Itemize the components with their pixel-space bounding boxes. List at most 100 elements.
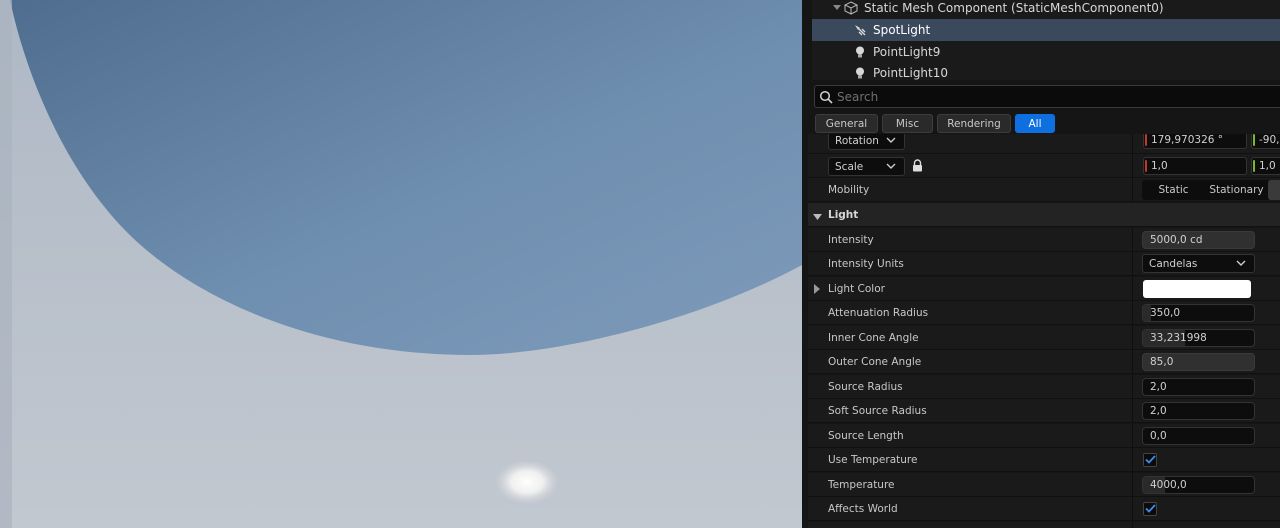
collapse-arrow-icon[interactable] [813,211,822,224]
tree-item-label: PointLight10 [873,66,949,80]
tab-misc[interactable]: Misc [882,114,933,133]
search-input[interactable] [833,89,1273,104]
checkmark-icon [1144,503,1156,516]
intensity-units-label: Intensity Units [828,257,904,270]
rotation-y-value: -90,0 [1259,134,1280,146]
outer-cone-angle-value: 85,0 [1150,356,1174,368]
rotation-x-value: 179,970326 ° [1151,134,1224,146]
soft-source-radius-value: 2,0 [1150,405,1167,417]
tree-item-static-mesh-component[interactable]: Static Mesh Component (StaticMeshCompone… [812,0,1280,19]
intensity-label: Intensity [828,233,874,246]
filter-tabs: General Misc Rendering All [815,114,1055,134]
property-mobility: Mobility Static Stationary [808,178,1280,202]
mobility-label: Mobility [828,183,870,196]
scale-mode-dropdown[interactable]: Scale [828,157,905,176]
property-source-radius: Source Radius 2,0 [808,375,1280,399]
outer-cone-angle-field[interactable]: 85,0 [1142,353,1255,371]
attenuation-radius-field[interactable]: 350,0 [1142,304,1255,322]
axis-x-marker [1145,160,1147,172]
source-radius-field[interactable]: 2,0 [1142,378,1255,396]
intensity-value: 5000,0 cd [1150,234,1203,246]
pointlight-icon [853,66,867,80]
property-use-temperature: Use Temperature [808,448,1280,472]
affects-world-checkbox[interactable] [1143,502,1157,516]
axis-x-marker [1145,134,1147,146]
temperature-value: 4000,0 [1150,479,1187,491]
outer-cone-angle-label: Outer Cone Angle [828,355,922,368]
axis-y-marker [1253,134,1255,146]
component-tree: Static Mesh Component (StaticMeshCompone… [812,0,1280,80]
tab-all[interactable]: All [1015,114,1055,133]
rotation-x-field[interactable]: 179,970326 ° [1143,134,1247,149]
property-rotation: Rotation 179,970326 ° -90,0 [808,134,1280,154]
details-panel: Static Mesh Component (StaticMeshCompone… [808,0,1280,528]
expand-arrow-icon[interactable] [814,284,821,297]
property-affects-world: Affects World [808,497,1280,521]
tab-rendering[interactable]: Rendering [937,114,1011,133]
scale-y-value: 1,0 [1259,160,1276,172]
pointlight-icon [853,45,867,59]
property-attenuation-radius: Attenuation Radius 350,0 [808,301,1280,325]
source-radius-value: 2,0 [1150,381,1167,393]
scale-y-field[interactable]: 1,0 [1251,157,1280,175]
property-intensity: Intensity 5000,0 cd [808,228,1280,252]
tree-item-label: SpotLight [873,23,931,37]
mobility-stationary-button[interactable]: Stationary [1205,180,1268,200]
temperature-field[interactable]: 4000,0 [1142,476,1255,494]
scale-x-field[interactable]: 1,0 [1143,157,1247,175]
light-color-swatch[interactable] [1143,280,1251,298]
level-viewport[interactable] [0,0,802,528]
property-intensity-units: Intensity Units Candelas [808,252,1280,276]
light-color-label: Light Color [828,282,885,295]
inner-cone-angle-label: Inner Cone Angle [828,331,919,344]
property-next [808,522,1280,528]
source-length-label: Source Length [828,429,904,442]
source-length-field[interactable]: 0,0 [1142,427,1255,445]
property-outer-cone-angle: Outer Cone Angle 85,0 [808,350,1280,374]
intensity-field[interactable]: 5000,0 cd [1142,231,1255,249]
rotation-label: Rotation [835,134,879,147]
checkmark-icon [1144,454,1156,467]
viewport-scene [0,0,802,528]
scale-label: Scale [835,160,864,173]
tree-item-spotlight[interactable]: SpotLight [812,19,1280,41]
lock-icon[interactable] [912,159,923,175]
inner-cone-angle-value: 33,231998 [1150,332,1207,344]
property-light-color: Light Color [808,277,1280,301]
rotation-y-field[interactable]: -90,0 [1251,134,1280,149]
tree-item-label: PointLight9 [873,45,941,59]
soft-source-radius-field[interactable]: 2,0 [1142,402,1255,420]
static-mesh-icon [844,1,858,15]
soft-source-radius-label: Soft Source Radius [828,404,927,417]
expand-arrow-icon[interactable] [832,1,842,15]
mobility-static-button[interactable]: Static [1142,180,1205,200]
category-light[interactable]: Light [808,203,1280,227]
category-light-label: Light [828,208,859,221]
property-temperature: Temperature 4000,0 [808,473,1280,497]
tab-general[interactable]: General [815,114,878,133]
temperature-label: Temperature [828,478,895,491]
chevron-down-icon [886,135,896,147]
property-scale: Scale 1,0 1,0 [808,154,1280,178]
property-inner-cone-angle: Inner Cone Angle 33,231998 [808,326,1280,350]
use-temperature-checkbox[interactable] [1143,453,1157,467]
chevron-down-icon [1236,258,1246,270]
source-radius-label: Source Radius [828,380,903,393]
chevron-down-icon [886,161,896,173]
intensity-units-value: Candelas [1149,257,1198,270]
tree-item-pointlight9[interactable]: PointLight9 [812,41,1280,63]
spotlight-icon [853,23,867,37]
affects-world-label: Affects World [828,502,898,515]
search-icon [819,90,833,104]
scale-x-value: 1,0 [1151,160,1168,172]
rotation-mode-dropdown[interactable]: Rotation [828,134,905,150]
tree-item-pointlight10[interactable]: PointLight10 [812,62,1280,80]
mobility-movable-button[interactable] [1268,180,1280,200]
inner-cone-angle-field[interactable]: 33,231998 [1142,329,1255,347]
axis-y-marker [1253,160,1255,172]
property-source-length: Source Length 0,0 [808,424,1280,448]
intensity-units-dropdown[interactable]: Candelas [1142,254,1255,273]
attenuation-radius-label: Attenuation Radius [828,306,929,319]
attenuation-radius-value: 350,0 [1150,307,1181,319]
tree-item-label: Static Mesh Component (StaticMeshCompone… [864,1,1164,15]
